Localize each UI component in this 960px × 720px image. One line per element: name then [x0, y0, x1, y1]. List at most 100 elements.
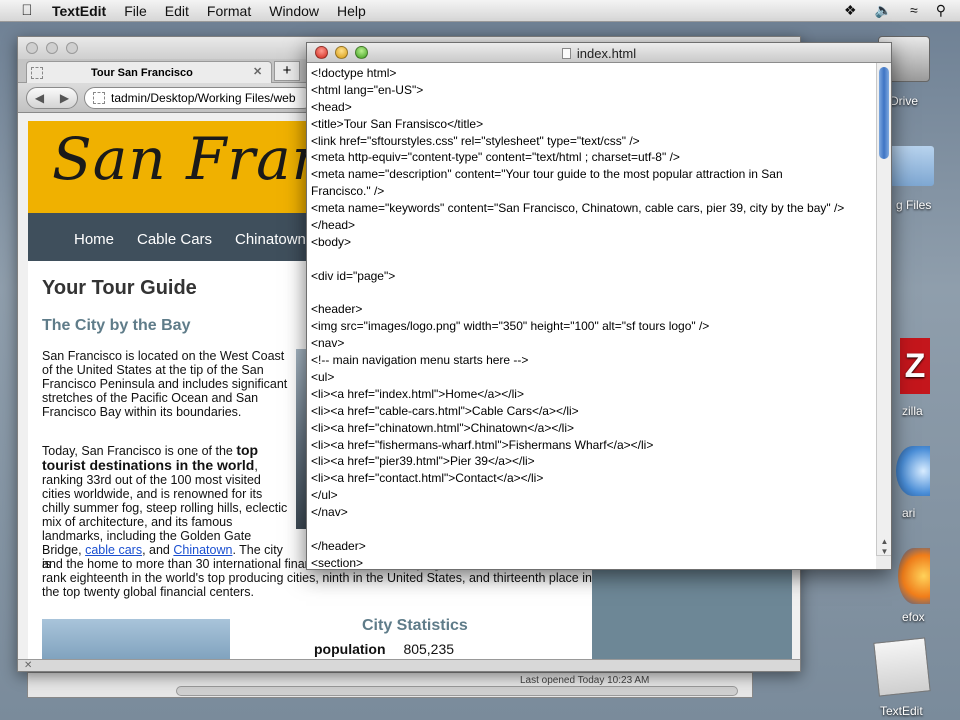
dropbox-icon[interactable]: ❖: [844, 2, 857, 19]
code-line[interactable]: <body>: [311, 234, 877, 251]
menu-app-name[interactable]: TextEdit: [52, 3, 106, 19]
code-line[interactable]: [311, 285, 877, 302]
tab-tour-san-francisco[interactable]: Tour San Francisco ✕: [26, 61, 272, 83]
spotlight-icon[interactable]: ⚲: [936, 2, 946, 19]
para2-start: Today, San Francisco is one of the: [42, 444, 237, 458]
chinatown-link[interactable]: Chinatown: [173, 543, 232, 557]
close-button[interactable]: [26, 42, 38, 54]
nav-cable-cars[interactable]: Cable Cars: [137, 231, 212, 248]
page-icon: [93, 92, 105, 104]
code-line[interactable]: <div id="page">: [311, 268, 877, 285]
stats-value: 805,235: [403, 641, 455, 657]
bridge-photo: [42, 619, 230, 661]
stats-heading: City Statistics: [362, 617, 468, 634]
address-bar[interactable]: tadmin/Desktop/Working Files/web: [84, 87, 314, 109]
horizontal-scrollbar[interactable]: [176, 686, 738, 696]
code-line[interactable]: <!-- main navigation menu starts here --…: [311, 352, 877, 369]
nav-buttons: ◀ ▶: [26, 87, 78, 109]
vertical-scrollbar[interactable]: ▲ ▼: [876, 63, 891, 557]
menu-bar:  TextEdit File Edit Format Window Help …: [0, 0, 960, 22]
textedit-app-icon[interactable]: [873, 637, 931, 697]
back-button[interactable]: ◀: [27, 88, 52, 108]
code-line[interactable]: <title>Tour San Fransisco</title>: [311, 116, 877, 133]
folder-icon[interactable]: [888, 146, 934, 186]
tab-close-icon[interactable]: ✕: [253, 65, 267, 79]
stats-label: population: [314, 641, 386, 657]
filezilla-icon[interactable]: Z: [900, 338, 930, 394]
tourism-paragraph: Today, San Francisco is one of the top t…: [42, 443, 290, 571]
volume-icon[interactable]: 🔈: [875, 2, 892, 19]
textedit-label: TextEdit: [880, 704, 923, 718]
code-line[interactable]: <li><a href="pier39.html">Pier 39</a></l…: [311, 453, 877, 470]
code-line[interactable]: Francisco." />: [311, 183, 877, 200]
para2-and: , and: [142, 543, 174, 557]
editor-filename: index.html: [576, 46, 637, 61]
forward-button[interactable]: ▶: [52, 88, 77, 108]
code-line[interactable]: <li><a href="fishermans-wharf.html">Fish…: [311, 437, 877, 454]
new-tab-button[interactable]: +: [274, 61, 300, 81]
code-line[interactable]: <head>: [311, 99, 877, 116]
finder-window: Last opened Today 10:23 AM: [27, 672, 753, 698]
folder-label: g Files: [896, 198, 932, 212]
code-line[interactable]: [311, 251, 877, 268]
code-line[interactable]: <li><a href="chinatown.html">Chinatown</…: [311, 420, 877, 437]
code-line[interactable]: <link href="sftourstyles.css" rel="style…: [311, 133, 877, 150]
code-line[interactable]: <ul>: [311, 369, 877, 386]
nav-home[interactable]: Home: [74, 231, 114, 248]
stats-row: population 805,235: [314, 641, 454, 657]
code-line[interactable]: <!doctype html>: [311, 65, 877, 82]
code-line[interactable]: <meta name="description" content="Your t…: [311, 166, 877, 183]
page-heading: Your Tour Guide: [42, 277, 197, 299]
code-line[interactable]: <li><a href="contact.html">Contact</a></…: [311, 470, 877, 487]
last-opened-status: Last opened Today 10:23 AM: [520, 675, 650, 686]
browser-status-bar: ✕: [18, 659, 800, 671]
filezilla-label: zilla: [902, 404, 923, 418]
safari-label: ari: [902, 506, 916, 520]
code-line[interactable]: <meta name="keywords" content="San Franc…: [311, 200, 877, 217]
code-line[interactable]: </nav>: [311, 504, 877, 521]
intro-paragraph: San Francisco is located on the West Coa…: [42, 349, 288, 419]
minimize-button[interactable]: [46, 42, 58, 54]
textedit-window: index.html <!doctype html> <html lang="en…: [306, 42, 892, 570]
zoom-button[interactable]: [66, 42, 78, 54]
address-text: tadmin/Desktop/Working Files/web: [111, 91, 296, 105]
code-line[interactable]: <li><a href="index.html">Home</a></li>: [311, 386, 877, 403]
desktop:  TextEdit File Edit Format Window Help …: [0, 0, 960, 720]
code-line[interactable]: <nav>: [311, 335, 877, 352]
code-line[interactable]: <meta http-equiv="content-type" content=…: [311, 149, 877, 166]
menu-extras: ❖ 🔈 ≈ ⚲: [844, 2, 946, 19]
editor-titlebar[interactable]: index.html: [307, 43, 891, 63]
menu-format[interactable]: Format: [207, 3, 251, 19]
code-line[interactable]: <html lang="en-US">: [311, 82, 877, 99]
code-line[interactable]: <header>: [311, 301, 877, 318]
nav-chinatown[interactable]: Chinatown: [235, 231, 306, 248]
tab-title: Tour San Francisco: [91, 66, 193, 79]
window-controls: [26, 42, 78, 54]
scroll-thumb[interactable]: [879, 67, 889, 159]
editor-title: index.html: [307, 46, 891, 61]
code-line[interactable]: [311, 521, 877, 538]
menu-file[interactable]: File: [124, 3, 147, 19]
code-line[interactable]: <section>: [311, 555, 877, 569]
code-line[interactable]: <img src="images/logo.png" width="350" h…: [311, 318, 877, 335]
menu-edit[interactable]: Edit: [165, 3, 189, 19]
code-line[interactable]: </ul>: [311, 487, 877, 504]
section-heading: The City by the Bay: [42, 317, 191, 334]
scroll-arrows[interactable]: ▲ ▼: [877, 537, 891, 557]
code-line[interactable]: </header>: [311, 538, 877, 555]
menu-help[interactable]: Help: [337, 3, 366, 19]
code-line[interactable]: <li><a href="cable-cars.html">Cable Cars…: [311, 403, 877, 420]
document-icon: [561, 48, 571, 59]
firefox-label: efox: [902, 610, 925, 624]
apple-icon[interactable]: : [16, 2, 38, 19]
menu-window[interactable]: Window: [269, 3, 319, 19]
status-close-icon[interactable]: ✕: [24, 660, 32, 671]
resize-handle[interactable]: [876, 555, 891, 569]
cable-cars-link[interactable]: cable cars: [85, 543, 142, 557]
code-text-area[interactable]: <!doctype html> <html lang="en-US"> <head>…: [311, 65, 877, 569]
code-line[interactable]: </head>: [311, 217, 877, 234]
firefox-icon[interactable]: [898, 548, 930, 604]
safari-icon[interactable]: [896, 446, 930, 496]
wifi-icon[interactable]: ≈: [910, 2, 918, 19]
favicon-icon: [31, 66, 43, 79]
